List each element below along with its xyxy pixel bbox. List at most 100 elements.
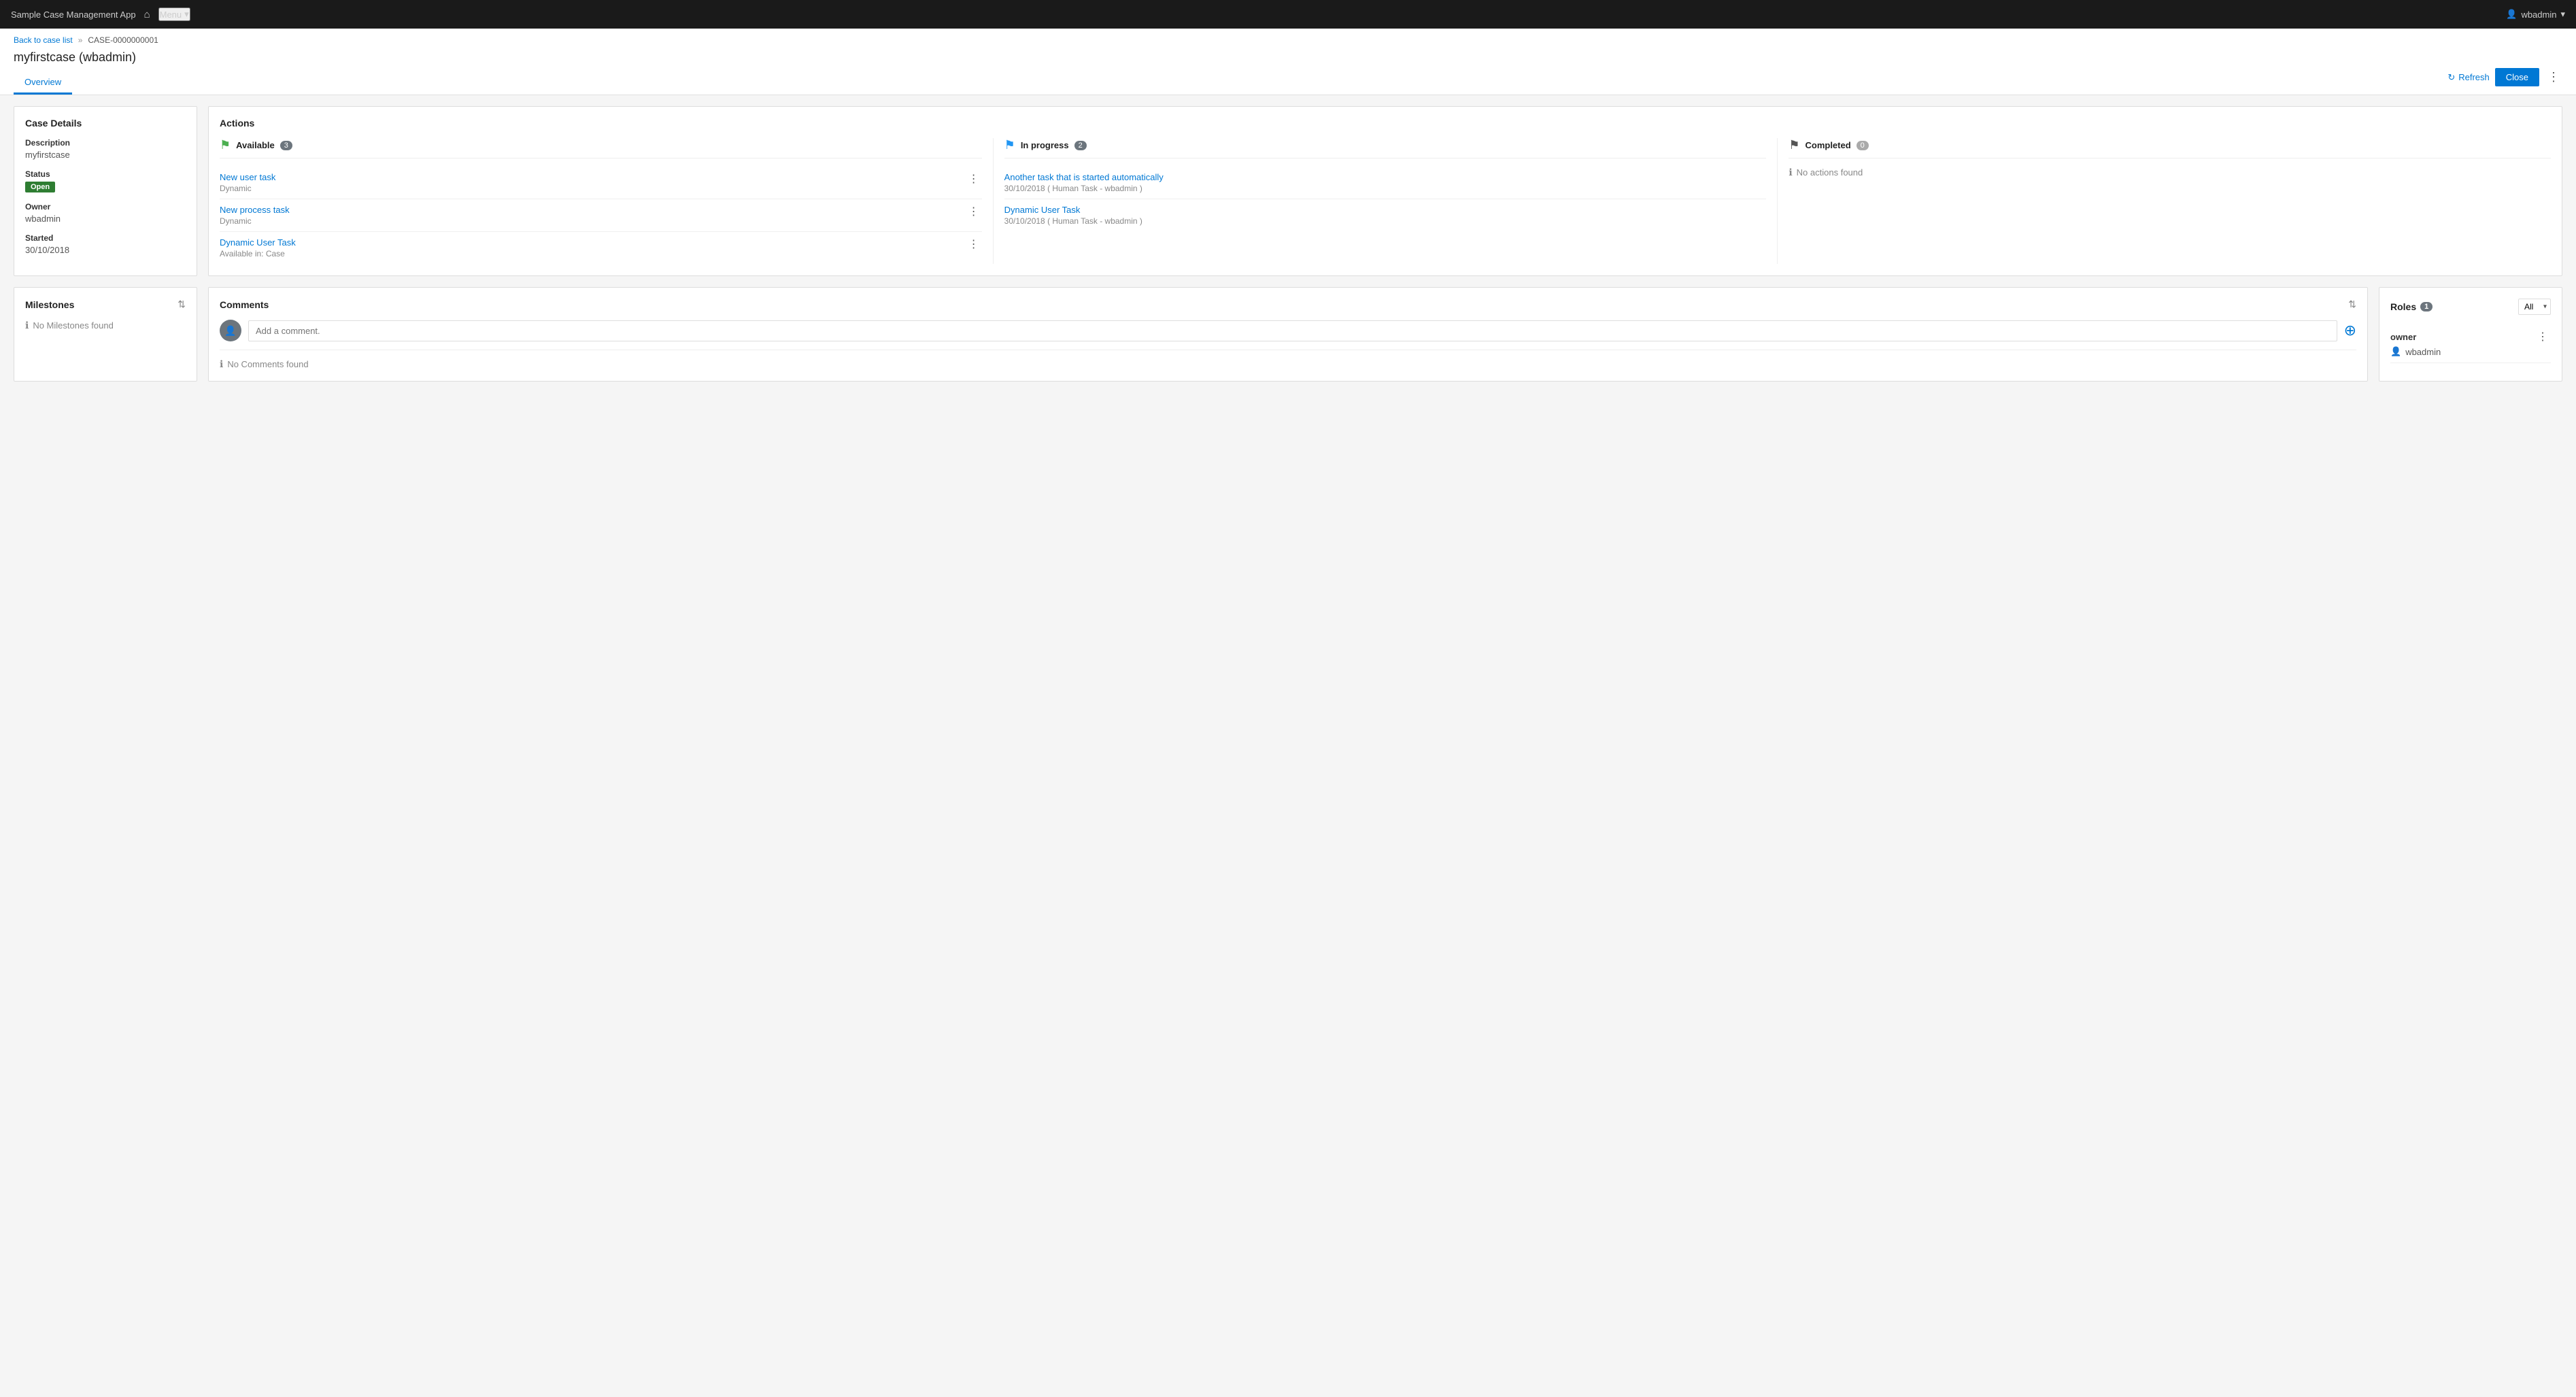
started-field: Started 30/10/2018 bbox=[25, 233, 186, 255]
roles-panel: Roles 1 All owner ⋮ 👤 wbadmin bbox=[2379, 287, 2562, 382]
roles-title: Roles 1 bbox=[2390, 301, 2433, 312]
action-menu-button[interactable]: ⋮ bbox=[966, 172, 982, 186]
roles-badge: 1 bbox=[2420, 302, 2433, 312]
inprogress-header: ⚑ In progress 2 bbox=[1004, 138, 1767, 158]
actions-title: Actions bbox=[220, 118, 2551, 129]
chevron-down-icon: ▾ bbox=[2560, 9, 2565, 20]
inprogress-column: ⚑ In progress 2 Another task that is sta… bbox=[1004, 138, 1778, 264]
action-sub: Dynamic bbox=[220, 184, 966, 193]
list-item: New process task Dynamic ⋮ bbox=[220, 199, 982, 232]
sort-icon[interactable]: ⇅ bbox=[2348, 299, 2356, 310]
milestones-header: Milestones ⇅ bbox=[25, 299, 186, 310]
status-badge: Open bbox=[25, 182, 55, 192]
completed-header: ⚑ Completed 0 bbox=[1789, 138, 2551, 158]
back-to-case-list-link[interactable]: Back to case list bbox=[14, 35, 73, 45]
completed-title: Completed bbox=[1805, 140, 1850, 150]
action-sub: 30/10/2018 ( Human Task - wbadmin ) bbox=[1004, 184, 1767, 193]
action-menu-button[interactable]: ⋮ bbox=[966, 237, 982, 251]
role-user: 👤 wbadmin bbox=[2390, 346, 2551, 357]
case-details-title: Case Details bbox=[25, 118, 186, 129]
nav-left: Sample Case Management App ⌂ Menu ▾ bbox=[11, 7, 190, 21]
no-actions-message: ℹ No actions found bbox=[1789, 167, 2551, 178]
no-milestones-message: ℹ No Milestones found bbox=[25, 320, 186, 331]
status-label: Status bbox=[25, 169, 186, 179]
action-menu-button[interactable]: ⋮ bbox=[966, 205, 982, 218]
sort-icon[interactable]: ⇅ bbox=[177, 299, 186, 310]
started-value: 30/10/2018 bbox=[25, 245, 186, 255]
user-icon: 👤 bbox=[2506, 9, 2517, 20]
milestones-panel: Milestones ⇅ ℹ No Milestones found bbox=[14, 287, 197, 382]
breadcrumb-separator: » bbox=[78, 35, 83, 45]
action-name[interactable]: Another task that is started automatical… bbox=[1004, 172, 1767, 182]
tabs: Overview bbox=[14, 71, 2562, 95]
roles-header: Roles 1 All bbox=[2390, 299, 2551, 315]
case-title-actions: ↻ Refresh Close ⋮ bbox=[2447, 68, 2562, 86]
chevron-down-icon: ▾ bbox=[184, 9, 189, 20]
action-name[interactable]: New process task bbox=[220, 205, 966, 215]
list-item: Another task that is started automatical… bbox=[1004, 167, 1767, 199]
actions-columns: ⚑ Available 3 New user task Dynamic ⋮ bbox=[220, 138, 2551, 264]
breadcrumb: Back to case list » CASE-0000000001 bbox=[14, 35, 2562, 45]
completed-badge: 0 bbox=[1857, 141, 1869, 150]
case-title: myfirstcase (wbadmin) bbox=[14, 50, 136, 65]
top-panels: Case Details Description myfirstcase Sta… bbox=[14, 106, 2562, 276]
home-icon[interactable]: ⌂ bbox=[144, 9, 150, 20]
milestones-title: Milestones bbox=[25, 299, 74, 310]
user-icon: 👤 bbox=[2390, 346, 2401, 357]
available-badge: 3 bbox=[280, 141, 292, 150]
inprogress-flag-icon: ⚑ bbox=[1004, 138, 1015, 152]
action-sub: Dynamic bbox=[220, 216, 966, 226]
user-menu[interactable]: 👤 wbadmin ▾ bbox=[2506, 9, 2565, 20]
action-sub: 30/10/2018 ( Human Task - wbadmin ) bbox=[1004, 216, 1767, 226]
role-name: owner bbox=[2390, 332, 2416, 342]
owner-label: Owner bbox=[25, 202, 186, 212]
tab-overview[interactable]: Overview bbox=[14, 71, 72, 95]
close-button[interactable]: Close bbox=[2495, 68, 2539, 86]
roles-filter-wrapper: All bbox=[2518, 299, 2551, 315]
role-menu-button[interactable]: ⋮ bbox=[2535, 330, 2551, 343]
comments-title: Comments bbox=[220, 299, 269, 310]
comment-input[interactable] bbox=[248, 320, 2337, 341]
refresh-icon: ↻ bbox=[2447, 72, 2455, 83]
comments-panel: Comments ⇅ 👤 ⊕ ℹ No Comments found bbox=[208, 287, 2368, 382]
case-title-row: myfirstcase (wbadmin) ↻ Refresh Close ⋮ bbox=[14, 50, 2562, 71]
menu-button[interactable]: Menu ▾ bbox=[158, 7, 190, 21]
list-item: New user task Dynamic ⋮ bbox=[220, 167, 982, 199]
available-header: ⚑ Available 3 bbox=[220, 138, 982, 158]
actions-panel: Actions ⚑ Available 3 New user task Dyna… bbox=[208, 106, 2562, 276]
bottom-panels: Milestones ⇅ ℹ No Milestones found Comme… bbox=[14, 287, 2562, 382]
add-comment-button[interactable]: ⊕ bbox=[2344, 322, 2356, 339]
started-label: Started bbox=[25, 233, 186, 243]
info-icon: ℹ bbox=[220, 358, 223, 370]
case-id: CASE-0000000001 bbox=[88, 35, 158, 45]
user-avatar-icon: 👤 bbox=[224, 325, 236, 337]
app-title: Sample Case Management App bbox=[11, 10, 136, 20]
description-label: Description bbox=[25, 138, 186, 148]
more-options-button[interactable]: ⋮ bbox=[2545, 70, 2562, 84]
avatar: 👤 bbox=[220, 320, 241, 341]
info-icon: ℹ bbox=[1789, 167, 1792, 178]
list-item: Dynamic User Task Available in: Case ⋮ bbox=[220, 232, 982, 264]
available-title: Available bbox=[236, 140, 275, 150]
owner-field: Owner wbadmin bbox=[25, 202, 186, 224]
main-content: Case Details Description myfirstcase Sta… bbox=[0, 95, 2576, 392]
roles-filter-select[interactable]: All bbox=[2518, 299, 2551, 315]
comment-input-row: 👤 ⊕ bbox=[220, 320, 2356, 350]
action-name[interactable]: New user task bbox=[220, 172, 966, 182]
description-value: myfirstcase bbox=[25, 150, 186, 160]
available-column: ⚑ Available 3 New user task Dynamic ⋮ bbox=[220, 138, 994, 264]
top-nav: Sample Case Management App ⌂ Menu ▾ 👤 wb… bbox=[0, 0, 2576, 29]
inprogress-title: In progress bbox=[1021, 140, 1069, 150]
owner-value: wbadmin bbox=[25, 214, 186, 224]
completed-column: ⚑ Completed 0 ℹ No actions found bbox=[1789, 138, 2551, 264]
inprogress-badge: 2 bbox=[1074, 141, 1087, 150]
completed-flag-icon: ⚑ bbox=[1789, 138, 1799, 152]
sub-header: Back to case list » CASE-0000000001 myfi… bbox=[0, 29, 2576, 95]
refresh-button[interactable]: ↻ Refresh bbox=[2447, 72, 2489, 83]
description-field: Description myfirstcase bbox=[25, 138, 186, 160]
action-sub: Available in: Case bbox=[220, 249, 966, 258]
available-flag-icon: ⚑ bbox=[220, 138, 231, 152]
action-name[interactable]: Dynamic User Task bbox=[220, 237, 966, 248]
list-item: Dynamic User Task 30/10/2018 ( Human Tas… bbox=[1004, 199, 1767, 231]
action-name[interactable]: Dynamic User Task bbox=[1004, 205, 1767, 215]
